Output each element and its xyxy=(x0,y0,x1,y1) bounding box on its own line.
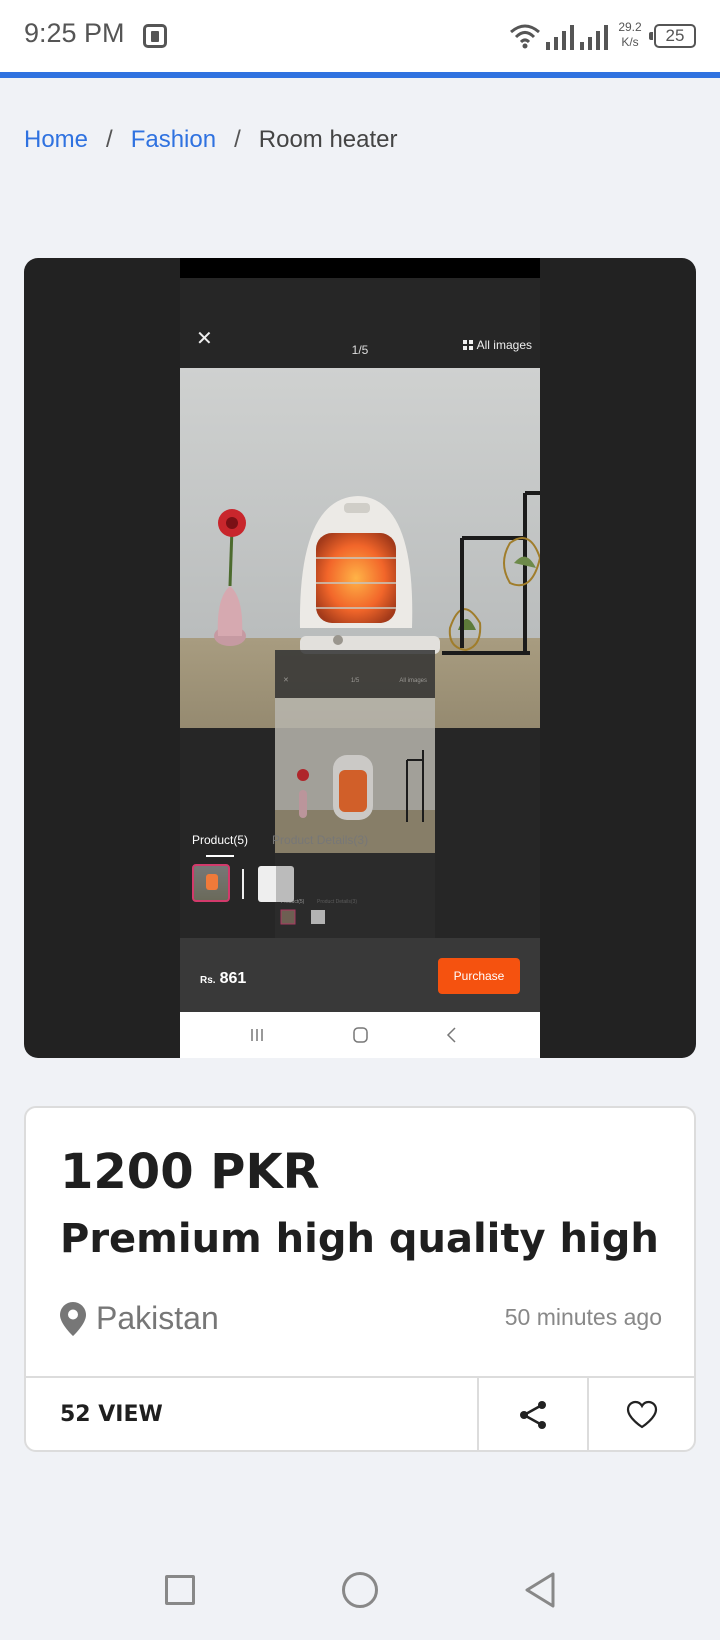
grid-icon xyxy=(462,340,473,350)
listing-location: Pakistan xyxy=(60,1300,219,1337)
breadcrumb-home[interactable]: Home xyxy=(24,126,88,154)
recording-icon xyxy=(143,24,167,48)
breadcrumb: Home / Fashion / Room heater xyxy=(24,126,398,154)
listing-price: 1200 PKR xyxy=(60,1144,320,1200)
breadcrumb-separator: / xyxy=(234,126,241,153)
listing-title: Premium high quality high xyxy=(60,1216,659,1262)
svg-text:1/5: 1/5 xyxy=(351,678,360,684)
header-accent-line xyxy=(0,72,720,78)
tab-product-details[interactable]: Product Details(3) xyxy=(272,833,368,857)
price-value: 861 xyxy=(219,970,247,987)
posted-time: 50 minutes ago xyxy=(504,1304,662,1330)
purchase-bar: Rs. 861 Purchase xyxy=(180,938,540,1012)
share-icon xyxy=(520,1401,546,1429)
signal-icon xyxy=(546,25,608,50)
screenshot-header: ✕ 1/5 All images xyxy=(180,278,540,368)
status-time: 9:25 PM xyxy=(24,18,125,48)
purchase-button: Purchase xyxy=(438,958,520,994)
screenshot-navbar xyxy=(180,1012,540,1058)
location-label: Pakistan xyxy=(96,1300,219,1336)
screenshot-status-strip xyxy=(180,258,540,278)
product-screenshot: ✕ 1/5 All images ✕ 1/5 All images Produc… xyxy=(180,258,540,1058)
tab-products[interactable]: Product(5) xyxy=(192,833,248,857)
thumbnail-heater[interactable] xyxy=(192,864,230,902)
home-icon[interactable] xyxy=(342,1572,378,1608)
currency-label: Rs. xyxy=(200,975,216,986)
breadcrumb-separator: / xyxy=(106,126,113,153)
speed-value: 29.2 xyxy=(618,20,642,34)
svg-text:✕: ✕ xyxy=(283,677,289,684)
all-images-label: All images xyxy=(476,338,532,352)
listing-card: 1200 PKR Premium high quality high Pakis… xyxy=(24,1106,696,1452)
breadcrumb-category[interactable]: Fashion xyxy=(131,126,216,154)
product-tabs: Product(5) Product Details(3) xyxy=(192,833,368,857)
svg-text:Product Details(3): Product Details(3) xyxy=(317,899,357,905)
wifi-icon xyxy=(510,24,540,49)
svg-text:All images: All images xyxy=(399,678,427,684)
product-image-card[interactable]: ✕ 1/5 All images ✕ 1/5 All images Produc… xyxy=(24,258,696,1058)
thumbnail-divider xyxy=(242,869,244,899)
all-images-link: All images xyxy=(462,338,532,352)
back-icon[interactable] xyxy=(522,1570,558,1610)
favorite-button[interactable] xyxy=(589,1378,694,1452)
speed-unit: K/s xyxy=(621,35,639,49)
recent-apps-icon[interactable] xyxy=(165,1575,195,1605)
network-speed: 29.2 K/s xyxy=(612,20,648,50)
battery-icon: 25 xyxy=(649,24,696,48)
system-navigation-bar xyxy=(0,1560,720,1640)
location-pin-icon xyxy=(60,1301,86,1336)
share-button[interactable] xyxy=(479,1378,587,1452)
thumbnail-specs[interactable] xyxy=(258,866,294,902)
status-bar: 9:25 PM 29.2 K/s 25 xyxy=(0,0,720,72)
breadcrumb-current: Room heater xyxy=(258,126,398,153)
screenshot-price: Rs. 861 xyxy=(200,970,246,988)
heart-icon xyxy=(626,1400,657,1429)
view-count: 52 VIEW xyxy=(60,1402,163,1427)
